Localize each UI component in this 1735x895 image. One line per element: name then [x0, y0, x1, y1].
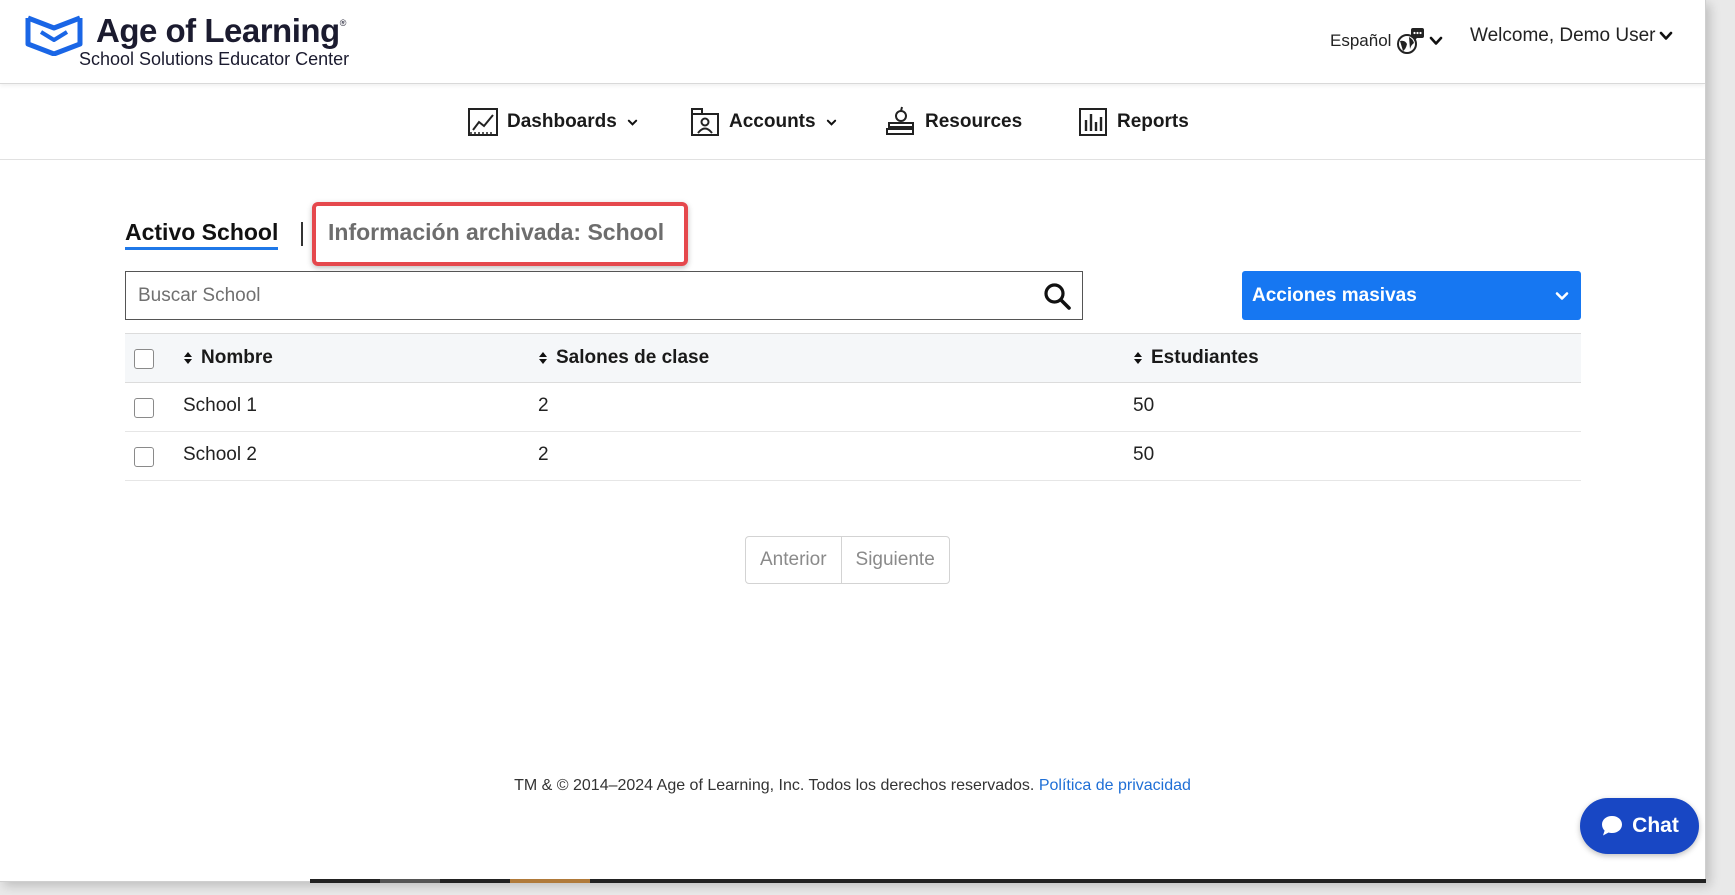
cell-students: 50: [1133, 395, 1155, 416]
brand-title: Age of Learning®: [96, 12, 346, 50]
welcome-label: Welcome, Demo User: [1470, 25, 1656, 46]
nav-label-resources: Resources: [925, 111, 1023, 132]
sort-icon: [539, 352, 547, 364]
cell-students: 50: [1133, 444, 1155, 465]
column-header-nombre[interactable]: Nombre: [183, 347, 273, 369]
accounts-icon: [691, 108, 719, 136]
copyright-text: TM & © 2014–2024 Age of Learning, Inc. T…: [514, 777, 1035, 794]
bulk-actions-label: Acciones masivas: [1252, 284, 1417, 306]
bulk-actions-dropdown[interactable]: Acciones masivas: [1242, 271, 1581, 320]
schools-table: Nombre Salones de clase Estudiantes Scho…: [125, 333, 1581, 481]
tab-divider: [301, 222, 303, 246]
search-icon[interactable]: [1042, 281, 1072, 311]
nav-item-resources[interactable]: Resources: [885, 106, 1022, 138]
column-header-salones[interactable]: Salones de clase: [538, 347, 709, 369]
pagination: Anterior Siguiente: [745, 536, 950, 584]
taskbar-strip: [310, 879, 1706, 883]
books-apple-icon: [886, 106, 914, 135]
chevron-down-icon: [1660, 31, 1673, 40]
brand-subtitle: School Solutions Educator Center: [79, 49, 350, 69]
taskbar-segment: [510, 879, 590, 883]
nav-label-reports: Reports: [1117, 111, 1189, 132]
main-nav: Dashboards Accounts Resources Reports: [0, 84, 1705, 160]
annotation-highlight-box: [312, 202, 688, 266]
line-chart-icon: [468, 108, 498, 136]
app-window: Age of Learning® School Solutions Educat…: [0, 0, 1706, 882]
table-header: Nombre Salones de clase Estudiantes: [125, 333, 1581, 383]
chevron-down-icon: [826, 119, 836, 126]
table-row: School 1 2 50: [125, 383, 1581, 432]
bar-chart-icon: [1079, 108, 1107, 136]
brand-title-text: Age of Learning: [96, 12, 340, 49]
tab-active-school[interactable]: Activo School: [125, 219, 279, 250]
chat-bubble-icon: [1602, 816, 1623, 836]
table-row: School 2 2 50: [125, 432, 1581, 481]
column-label: Salones de clase: [556, 347, 710, 368]
chevron-down-icon: [1430, 36, 1443, 45]
sort-icon: [1134, 352, 1142, 364]
language-label: Español: [1330, 31, 1392, 50]
nav-label-dashboards: Dashboards: [507, 111, 617, 132]
nav-item-dashboards[interactable]: Dashboards: [467, 106, 638, 138]
row-checkbox[interactable]: [134, 398, 154, 418]
language-selector[interactable]: Español: [1330, 26, 1443, 56]
nav-label-accounts: Accounts: [729, 111, 816, 132]
search-box: [125, 271, 1083, 320]
top-header: Age of Learning® School Solutions Educat…: [0, 0, 1705, 84]
column-label: Estudiantes: [1151, 347, 1259, 368]
taskbar-segment: [380, 879, 440, 883]
globe-chat-icon: [1397, 28, 1425, 54]
cell-name[interactable]: School 1: [183, 395, 257, 417]
footer: TM & © 2014–2024 Age of Learning, Inc. T…: [0, 777, 1705, 795]
nav-item-reports[interactable]: Reports: [1077, 106, 1189, 138]
cell-name[interactable]: School 2: [183, 444, 257, 466]
column-label: Nombre: [201, 347, 273, 368]
cell-classrooms: 2: [538, 395, 549, 416]
prev-page-button[interactable]: Anterior: [746, 537, 841, 583]
search-input[interactable]: [126, 272, 1042, 319]
chat-button[interactable]: Chat: [1580, 798, 1699, 854]
user-menu[interactable]: Welcome, Demo User: [1470, 25, 1673, 47]
chat-label: Chat: [1632, 814, 1679, 837]
next-page-button[interactable]: Siguiente: [840, 537, 949, 583]
nav-item-accounts[interactable]: Accounts: [689, 106, 837, 138]
chevron-down-icon: [627, 119, 637, 126]
chevron-down-icon: [1555, 291, 1569, 300]
registered-mark: ®: [339, 18, 347, 28]
privacy-policy-link[interactable]: Política de privacidad: [1039, 777, 1191, 794]
column-header-estudiantes[interactable]: Estudiantes: [1133, 347, 1259, 369]
row-checkbox[interactable]: [134, 447, 154, 467]
age-of-learning-logo-icon: [25, 15, 83, 56]
select-all-checkbox[interactable]: [134, 349, 154, 369]
sort-icon: [184, 352, 192, 364]
cell-classrooms: 2: [538, 444, 549, 465]
